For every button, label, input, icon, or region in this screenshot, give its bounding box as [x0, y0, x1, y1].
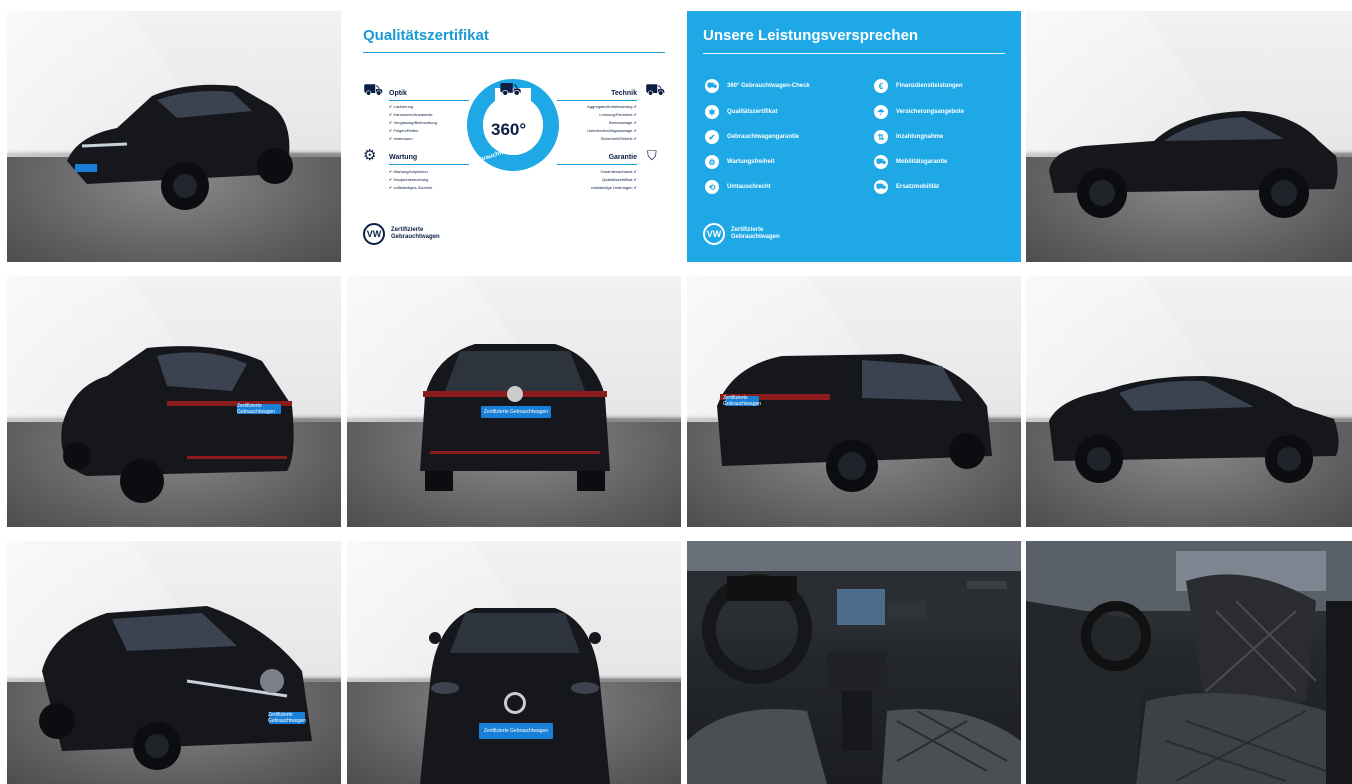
- service-item: ⛟ Mobilitätsgarantie: [874, 155, 947, 169]
- car-image: [717, 354, 992, 492]
- wartung-label: Wartung: [389, 154, 418, 161]
- car-image: [420, 608, 610, 784]
- shield-icon: ✔: [705, 130, 719, 144]
- replacement-car-icon: ⛟: [874, 180, 888, 194]
- license-plate: Zertifizierte Gebrauchtwagen: [237, 403, 281, 415]
- gallery-photo-dashboard[interactable]: [687, 541, 1021, 784]
- insurance-icon: ☂: [874, 105, 888, 119]
- gallery-photo-side-left[interactable]: [1026, 276, 1352, 527]
- garantie-line: [557, 164, 637, 165]
- gallery-photo-rear[interactable]: Zertifizierte Gebrauchtwagen: [347, 276, 681, 527]
- gallery-photo-front-left[interactable]: [7, 11, 341, 262]
- license-plate: Zertifizierte Gebrauchtwagen: [267, 712, 307, 724]
- wartung-icon: ⚙: [363, 147, 377, 164]
- certificate-title: Qualitätszertifikat: [363, 27, 489, 44]
- wrench-icon: ⚙: [705, 155, 719, 169]
- gallery-photo-side-right[interactable]: [1026, 11, 1352, 262]
- car-image: [39, 606, 312, 770]
- vw-logo-icon: VW: [703, 223, 725, 245]
- car-image: [61, 346, 294, 503]
- car-image: [67, 84, 293, 210]
- photo-gallery: Qualitätszertifikat ⛟ Optik ✔ Lackierung…: [0, 0, 1352, 784]
- mobility-icon: ⛟: [874, 155, 888, 169]
- shield-icon: ⛉: [647, 148, 657, 163]
- vw-certified-badge: VW Zertifizierte Gebrauchtwagen: [363, 223, 440, 245]
- services-title: Unsere Leistungsversprechen: [703, 27, 919, 44]
- technik-label: Technik: [611, 90, 637, 97]
- car-check-icon: ⛟: [705, 79, 719, 93]
- services-card[interactable]: Unsere Leistungsversprechen ⛟ 360° Gebrau…: [687, 11, 1021, 262]
- service-item: ⛟ 360° Gebrauchtwagen-Check: [705, 79, 810, 93]
- exchange-icon: ⟲: [705, 180, 719, 194]
- technik-icon: ⛟: [645, 82, 666, 99]
- optik-icon: ⛟: [363, 82, 384, 99]
- service-item: ✔ Gebrauchtwagengarantie: [705, 130, 799, 144]
- gallery-photo-front[interactable]: Zertifizierte Gebrauchtwagen: [347, 541, 681, 784]
- service-item: ✱ Qualitätszertifikat: [705, 105, 777, 119]
- optik-items: ✔ Lackierung ✔ Karosserie/Anbauteile ✔ V…: [389, 104, 437, 141]
- service-item: € Finanzdienstleistungen: [874, 79, 963, 93]
- garantie-items: Garantienachweis ✔ Qualitätszertifikat ✔…: [590, 169, 637, 190]
- car-top-icon: ⛟: [499, 79, 522, 99]
- service-item: ⇅ Inzahlungnahme: [874, 130, 943, 144]
- interior-image: [687, 541, 1021, 784]
- wartung-items: ✔ Wartung/Inspektion ✔ Hauptuntersuchung…: [389, 169, 433, 190]
- garantie-label: Garantie: [608, 154, 637, 161]
- license-plate: Zertifizierte Gebrauchtwagen: [479, 723, 553, 739]
- car-image: [1049, 111, 1338, 218]
- wartung-line: [389, 164, 469, 165]
- certificate-card[interactable]: Qualitätszertifikat ⛟ Optik ✔ Lackierung…: [347, 11, 681, 262]
- technik-line: [557, 100, 637, 101]
- service-item: ⛟ Ersatzmobilität: [874, 180, 939, 194]
- car-image: [1049, 376, 1339, 483]
- gallery-photo-front-seats[interactable]: [1026, 541, 1352, 784]
- optik-line: [389, 100, 469, 101]
- gallery-photo-rear-right[interactable]: Zertifizierte Gebrauchtwagen: [687, 276, 1021, 527]
- service-item: ⚙ Wartungsfreiheit: [705, 155, 774, 169]
- trade-in-icon: ⇅: [874, 130, 888, 144]
- gallery-photo-rear-left[interactable]: Zertifizierte Gebrauchtwagen: [7, 276, 341, 527]
- divider: [703, 53, 1005, 54]
- divider: [363, 52, 665, 53]
- interior-image: [1026, 541, 1352, 784]
- license-plate: Zertifizierte Gebrauchtwagen: [481, 406, 551, 418]
- optik-label: Optik: [389, 90, 407, 97]
- technik-items: Aggregate/Antriebsstrang ✔ Lenkung/Fahrw…: [587, 104, 637, 141]
- gallery-photo-front-right[interactable]: Zertifizierte Gebrauchtwagen: [7, 541, 341, 784]
- service-item: ☂ Versicherungsangebote: [874, 105, 964, 119]
- vw-certified-badge: VW Zertifizierte Gebrauchtwagen: [703, 223, 780, 245]
- vw-logo-icon: VW: [363, 223, 385, 245]
- 360-number: 360°: [491, 120, 527, 139]
- certificate-icon: ✱: [705, 105, 719, 119]
- license-plate: Zertifizierte Gebrauchtwagen: [722, 395, 762, 407]
- service-item: ⟲ Umtauschrecht: [705, 180, 771, 194]
- finance-icon: €: [874, 79, 888, 93]
